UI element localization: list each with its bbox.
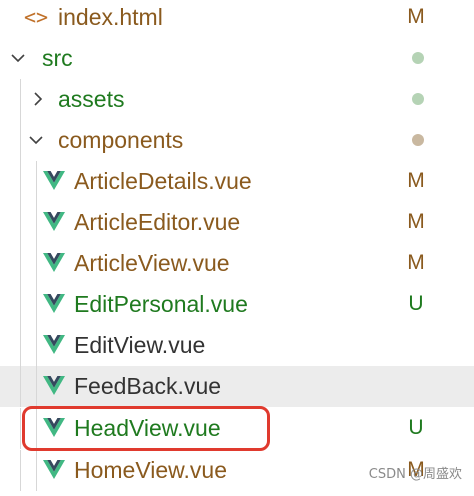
tree-item-assets[interactable]: assets: [0, 79, 474, 120]
indent-guide: [20, 161, 21, 202]
indent-guide: [20, 202, 21, 243]
indent-guide: [36, 366, 37, 407]
tree-item-editview-vue[interactable]: EditView.vue: [0, 325, 474, 366]
chevron-right-icon: [30, 91, 46, 107]
tree-item-label: index.html: [58, 4, 163, 30]
tree-item-label: ArticleDetails.vue: [74, 168, 252, 194]
chevron-down-icon: [10, 50, 26, 66]
tree-item-label: ArticleView.vue: [74, 250, 230, 276]
indent-guide: [20, 325, 21, 366]
indent-guide: [36, 450, 37, 491]
indent-guide: [36, 284, 37, 325]
git-status-dot: [412, 134, 424, 146]
indent-guide: [20, 408, 21, 449]
tree-item-label: FeedBack.vue: [74, 373, 222, 399]
git-status-badge: U: [408, 292, 424, 315]
tree-item-label: EditView.vue: [74, 332, 206, 358]
vue-file-icon: [43, 294, 65, 314]
indent-guide: [36, 325, 37, 366]
indent-guide: [20, 243, 21, 284]
indent-guide: [20, 120, 21, 161]
indent-guide: [36, 161, 37, 202]
git-status-badge: U: [408, 416, 424, 439]
indent-guide: [36, 243, 37, 284]
vue-file-icon: [43, 335, 65, 355]
git-status-badge: M: [407, 169, 425, 192]
tree-item-feedback-vue[interactable]: FeedBack.vue: [0, 366, 474, 407]
indent-guide: [20, 284, 21, 325]
tree-item-editpersonal-vue[interactable]: EditPersonal.vue U: [0, 284, 474, 325]
vue-file-icon: [43, 376, 65, 396]
tree-item-articledetails-vue[interactable]: ArticleDetails.vue M: [0, 161, 474, 202]
indent-guide: [36, 202, 37, 243]
git-status-badge: M: [407, 210, 425, 233]
tree-item-label: components: [58, 127, 184, 153]
file-explorer: <> index.html M src assets components Ar…: [0, 0, 474, 496]
git-status-badge: M: [407, 251, 425, 274]
vue-file-icon: [43, 253, 65, 273]
git-status-badge: M: [407, 5, 425, 28]
tree-item-label: EditPersonal.vue: [74, 291, 248, 317]
tree-item-components[interactable]: components: [0, 120, 474, 161]
indent-guide: [20, 366, 21, 407]
vue-file-icon: [43, 171, 65, 191]
tree-item-label: ArticleEditor.vue: [74, 209, 241, 235]
git-status-dot: [412, 93, 424, 105]
tree-item-label: src: [42, 45, 73, 71]
html-code-icon: <>: [24, 5, 49, 29]
tree-item-label: assets: [58, 86, 125, 112]
highlight-annotation-box: [22, 406, 270, 451]
vue-file-icon: [43, 212, 65, 232]
tree-item-articleeditor-vue[interactable]: ArticleEditor.vue M: [0, 202, 474, 243]
indent-guide: [20, 450, 21, 491]
chevron-down-icon: [28, 132, 44, 148]
indent-guide: [20, 79, 21, 120]
vue-file-icon: [43, 460, 65, 480]
watermark: CSDN @周盛欢: [368, 467, 462, 482]
tree-item-label: HomeView.vue: [74, 457, 227, 483]
tree-item-index-html[interactable]: <> index.html M: [0, 0, 474, 38]
git-status-dot: [412, 52, 424, 64]
tree-item-src[interactable]: src: [0, 38, 474, 79]
tree-item-articleview-vue[interactable]: ArticleView.vue M: [0, 243, 474, 284]
